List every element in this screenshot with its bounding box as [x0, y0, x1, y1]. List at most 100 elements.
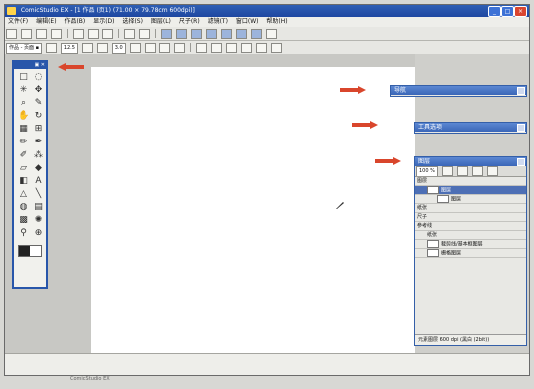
layer-row[interactable]: 栅格图层 — [415, 249, 526, 258]
rotate-icon[interactable]: ↻ — [33, 111, 44, 121]
ruler-tool-icon[interactable]: ⊞ — [33, 124, 44, 134]
size-field[interactable]: 12.5 — [60, 43, 78, 54]
help-icon[interactable] — [265, 29, 277, 39]
menu-story[interactable]: 作品(B) — [61, 17, 88, 27]
hand-icon[interactable]: ✋ — [18, 111, 29, 121]
menu-select[interactable]: 选择(S) — [119, 17, 146, 27]
panel-close-icon[interactable] — [517, 87, 525, 95]
fit-icon[interactable] — [250, 29, 262, 39]
lasso-icon[interactable]: ◌ — [33, 72, 44, 82]
print-icon[interactable] — [50, 29, 62, 39]
layer-row-selected[interactable]: 图层 — [415, 186, 526, 195]
layer-delete-icon[interactable] — [471, 166, 483, 176]
redo-icon[interactable] — [139, 29, 151, 39]
zoom-icon[interactable]: ⌕ — [18, 98, 29, 108]
fill-icon[interactable]: ◆ — [33, 163, 44, 173]
undo-icon[interactable] — [124, 29, 136, 39]
selection-icon[interactable] — [159, 43, 171, 53]
tone-icon[interactable] — [226, 43, 238, 53]
layer-row[interactable]: 参考线 — [415, 222, 526, 231]
layer-row[interactable]: 纸张 — [415, 204, 526, 213]
new-icon[interactable] — [6, 29, 17, 39]
text-icon[interactable] — [240, 43, 252, 53]
eraser-tool-icon[interactable]: ▱ — [18, 163, 29, 173]
preview-icon[interactable] — [235, 29, 247, 39]
main-toolbar — [5, 27, 529, 41]
marker-icon[interactable]: ✒ — [33, 137, 44, 147]
eyedropper-icon[interactable]: ⚲ — [18, 228, 29, 238]
speech-icon[interactable]: ◍ — [18, 202, 29, 212]
cut-icon[interactable] — [72, 29, 84, 39]
magic-wand-icon[interactable]: ✳ — [18, 85, 29, 95]
layer-icon[interactable] — [255, 43, 267, 53]
pen-tool-icon[interactable]: ✎ — [33, 98, 44, 108]
maximize-button[interactable]: □ — [501, 6, 514, 17]
gradient-icon[interactable]: ◧ — [18, 176, 29, 186]
copy-icon[interactable] — [87, 29, 99, 39]
close-button[interactable]: × — [514, 6, 527, 17]
story-view-icon[interactable] — [175, 29, 187, 39]
layer-row[interactable]: 图层 — [415, 177, 526, 186]
tools-palette-header[interactable]: ▣ ✕ — [14, 62, 46, 69]
new-layer-icon[interactable] — [441, 166, 453, 176]
menu-window[interactable]: 窗口(W) — [233, 17, 262, 27]
ruler-icon[interactable] — [205, 29, 217, 39]
shape-icon[interactable] — [144, 43, 156, 53]
panel-icon[interactable]: ▤ — [33, 202, 44, 212]
menu-ruler[interactable]: 尺子(R) — [176, 17, 203, 27]
tone-tool-icon[interactable]: ▩ — [18, 215, 29, 225]
info-icon[interactable] — [270, 43, 282, 53]
airbrush-tool-icon[interactable]: ⁂ — [33, 150, 44, 160]
pencil-icon[interactable]: ✏ — [18, 137, 29, 147]
menu-file[interactable]: 文件(F) — [5, 17, 31, 27]
menu-layer[interactable]: 图层(L) — [148, 17, 174, 27]
page-view-icon[interactable] — [161, 29, 173, 39]
layer-thumbnail — [427, 186, 439, 194]
move-icon[interactable]: ✥ — [33, 85, 44, 95]
navigator-panel-header[interactable]: 导航 — [391, 86, 526, 95]
layer-row[interactable]: 裁剪线/基本框图层 — [415, 240, 526, 249]
rect-select-icon[interactable]: □ — [18, 72, 29, 82]
effect-icon[interactable]: ✺ — [33, 215, 44, 225]
eraser-icon[interactable] — [96, 43, 108, 53]
panel-close-icon[interactable] — [517, 124, 525, 132]
layer-opacity-field[interactable]: 100 % — [416, 166, 438, 176]
menu-help[interactable]: 帮助(H) — [263, 17, 290, 27]
tool-options-panel-header[interactable]: 工具选项 — [415, 123, 526, 132]
layer-name: 参考线 — [417, 223, 433, 229]
menu-edit[interactable]: 编辑(E) — [33, 17, 59, 27]
brush-icon[interactable] — [45, 43, 57, 53]
pen-icon[interactable] — [81, 43, 93, 53]
color-swatch[interactable] — [18, 245, 42, 257]
title-bar[interactable]: ComicStudio EX - [1 作品 (页1) (71.00 × 79.… — [5, 5, 529, 17]
zoom-tool-icon[interactable]: ⊕ — [33, 228, 44, 238]
annotation-arrow — [340, 86, 366, 94]
grid-icon[interactable] — [190, 29, 202, 39]
layer-row[interactable]: 纸张 — [415, 231, 526, 240]
layers-panel-header[interactable]: 图层 — [415, 157, 526, 166]
open-icon[interactable] — [20, 29, 32, 39]
guide-icon[interactable] — [220, 29, 232, 39]
drawing-canvas[interactable] — [91, 67, 415, 354]
line-tool-icon[interactable]: ╲ — [33, 189, 44, 199]
airbrush-icon[interactable] — [211, 43, 223, 53]
line-icon[interactable] — [129, 43, 141, 53]
layer-row[interactable]: 尺子 — [415, 213, 526, 222]
layer-folder-icon[interactable] — [456, 166, 468, 176]
paste-icon[interactable] — [102, 29, 114, 39]
minimize-button[interactable]: _ — [488, 6, 501, 17]
layer-row[interactable]: 图层 — [415, 195, 526, 204]
shape-tool-icon[interactable]: △ — [18, 189, 29, 199]
text-tool-icon[interactable]: A — [33, 176, 44, 186]
grid-tool-icon[interactable]: ▦ — [18, 124, 29, 134]
menu-view[interactable]: 显示(D) — [90, 17, 117, 27]
brush-icon[interactable] — [196, 43, 208, 53]
save-icon[interactable] — [35, 29, 47, 39]
transform-icon[interactable] — [174, 43, 186, 53]
menu-filter[interactable]: 滤镜(T) — [205, 17, 231, 27]
document-tab[interactable]: 作品 - 页面 ▪ — [6, 43, 42, 54]
brush-tool-icon[interactable]: ✐ — [18, 150, 29, 160]
layer-lock-icon[interactable] — [486, 166, 498, 176]
panel-close-icon[interactable] — [517, 158, 525, 166]
value-field[interactable]: 3.0 — [111, 43, 126, 54]
